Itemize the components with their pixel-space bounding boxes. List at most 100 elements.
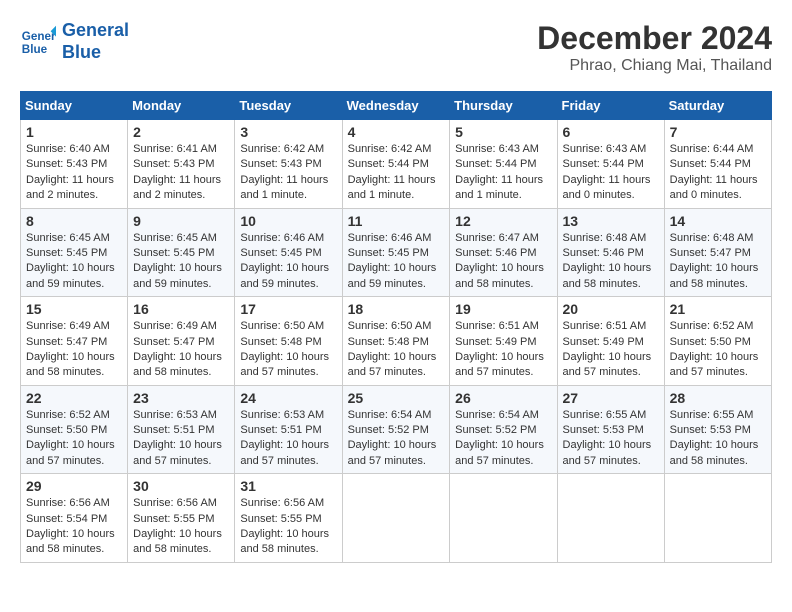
calendar-cell: [664, 474, 771, 563]
day-number: 28: [670, 390, 766, 406]
day-info: Sunrise: 6:51 AM Sunset: 5:49 PM Dayligh…: [563, 319, 659, 381]
calendar-week-row: 15 Sunrise: 6:49 AM Sunset: 5:47 PM Dayl…: [21, 297, 772, 386]
day-number: 4: [348, 124, 445, 140]
day-number: 20: [563, 301, 659, 317]
calendar-cell: 19 Sunrise: 6:51 AM Sunset: 5:49 PM Dayl…: [450, 297, 557, 386]
day-number: 10: [240, 213, 336, 229]
day-info: Sunrise: 6:50 AM Sunset: 5:48 PM Dayligh…: [348, 319, 445, 381]
day-info: Sunrise: 6:48 AM Sunset: 5:47 PM Dayligh…: [670, 231, 766, 293]
day-number: 18: [348, 301, 445, 317]
calendar-cell: 20 Sunrise: 6:51 AM Sunset: 5:49 PM Dayl…: [557, 297, 664, 386]
calendar-cell: 29 Sunrise: 6:56 AM Sunset: 5:54 PM Dayl…: [21, 474, 128, 563]
calendar-cell: 14 Sunrise: 6:48 AM Sunset: 5:47 PM Dayl…: [664, 208, 771, 297]
day-info: Sunrise: 6:56 AM Sunset: 5:55 PM Dayligh…: [240, 496, 336, 558]
day-number: 2: [133, 124, 229, 140]
calendar-table: SundayMondayTuesdayWednesdayThursdayFrid…: [20, 91, 772, 563]
day-number: 23: [133, 390, 229, 406]
day-number: 24: [240, 390, 336, 406]
day-info: Sunrise: 6:56 AM Sunset: 5:55 PM Dayligh…: [133, 496, 229, 558]
weekday-header: Monday: [128, 92, 235, 120]
day-info: Sunrise: 6:50 AM Sunset: 5:48 PM Dayligh…: [240, 319, 336, 381]
calendar-cell: 22 Sunrise: 6:52 AM Sunset: 5:50 PM Dayl…: [21, 385, 128, 474]
day-info: Sunrise: 6:54 AM Sunset: 5:52 PM Dayligh…: [348, 408, 445, 470]
calendar-cell: 18 Sunrise: 6:50 AM Sunset: 5:48 PM Dayl…: [342, 297, 450, 386]
calendar-cell: 16 Sunrise: 6:49 AM Sunset: 5:47 PM Dayl…: [128, 297, 235, 386]
logo-icon: General Blue: [20, 24, 56, 60]
day-number: 26: [455, 390, 551, 406]
calendar-cell: 31 Sunrise: 6:56 AM Sunset: 5:55 PM Dayl…: [235, 474, 342, 563]
calendar-subtitle: Phrao, Chiang Mai, Thailand: [537, 57, 772, 75]
day-info: Sunrise: 6:56 AM Sunset: 5:54 PM Dayligh…: [26, 496, 122, 558]
day-info: Sunrise: 6:43 AM Sunset: 5:44 PM Dayligh…: [563, 142, 659, 204]
calendar-cell: 21 Sunrise: 6:52 AM Sunset: 5:50 PM Dayl…: [664, 297, 771, 386]
day-number: 30: [133, 478, 229, 494]
weekday-header: Wednesday: [342, 92, 450, 120]
calendar-cell: 23 Sunrise: 6:53 AM Sunset: 5:51 PM Dayl…: [128, 385, 235, 474]
day-number: 8: [26, 213, 122, 229]
weekday-header: Thursday: [450, 92, 557, 120]
title-block: December 2024 Phrao, Chiang Mai, Thailan…: [537, 20, 772, 75]
calendar-cell: [342, 474, 450, 563]
page-header: General Blue GeneralBlue December 2024 P…: [20, 20, 772, 75]
calendar-cell: 2 Sunrise: 6:41 AM Sunset: 5:43 PM Dayli…: [128, 120, 235, 209]
calendar-cell: 12 Sunrise: 6:47 AM Sunset: 5:46 PM Dayl…: [450, 208, 557, 297]
day-info: Sunrise: 6:44 AM Sunset: 5:44 PM Dayligh…: [670, 142, 766, 204]
day-number: 25: [348, 390, 445, 406]
weekday-header: Tuesday: [235, 92, 342, 120]
day-number: 6: [563, 124, 659, 140]
calendar-cell: 26 Sunrise: 6:54 AM Sunset: 5:52 PM Dayl…: [450, 385, 557, 474]
day-number: 5: [455, 124, 551, 140]
day-info: Sunrise: 6:42 AM Sunset: 5:44 PM Dayligh…: [348, 142, 445, 204]
weekday-header: Friday: [557, 92, 664, 120]
calendar-cell: 1 Sunrise: 6:40 AM Sunset: 5:43 PM Dayli…: [21, 120, 128, 209]
calendar-cell: 25 Sunrise: 6:54 AM Sunset: 5:52 PM Dayl…: [342, 385, 450, 474]
day-info: Sunrise: 6:54 AM Sunset: 5:52 PM Dayligh…: [455, 408, 551, 470]
calendar-cell: 17 Sunrise: 6:50 AM Sunset: 5:48 PM Dayl…: [235, 297, 342, 386]
calendar-cell: 4 Sunrise: 6:42 AM Sunset: 5:44 PM Dayli…: [342, 120, 450, 209]
calendar-cell: 7 Sunrise: 6:44 AM Sunset: 5:44 PM Dayli…: [664, 120, 771, 209]
day-number: 14: [670, 213, 766, 229]
day-number: 13: [563, 213, 659, 229]
day-info: Sunrise: 6:52 AM Sunset: 5:50 PM Dayligh…: [670, 319, 766, 381]
day-info: Sunrise: 6:46 AM Sunset: 5:45 PM Dayligh…: [240, 231, 336, 293]
calendar-week-row: 29 Sunrise: 6:56 AM Sunset: 5:54 PM Dayl…: [21, 474, 772, 563]
day-info: Sunrise: 6:52 AM Sunset: 5:50 PM Dayligh…: [26, 408, 122, 470]
day-info: Sunrise: 6:47 AM Sunset: 5:46 PM Dayligh…: [455, 231, 551, 293]
calendar-cell: 30 Sunrise: 6:56 AM Sunset: 5:55 PM Dayl…: [128, 474, 235, 563]
day-info: Sunrise: 6:49 AM Sunset: 5:47 PM Dayligh…: [133, 319, 229, 381]
day-number: 9: [133, 213, 229, 229]
day-number: 21: [670, 301, 766, 317]
calendar-cell: 15 Sunrise: 6:49 AM Sunset: 5:47 PM Dayl…: [21, 297, 128, 386]
day-info: Sunrise: 6:55 AM Sunset: 5:53 PM Dayligh…: [563, 408, 659, 470]
day-number: 22: [26, 390, 122, 406]
day-info: Sunrise: 6:53 AM Sunset: 5:51 PM Dayligh…: [133, 408, 229, 470]
day-number: 31: [240, 478, 336, 494]
calendar-cell: 3 Sunrise: 6:42 AM Sunset: 5:43 PM Dayli…: [235, 120, 342, 209]
weekday-header: Sunday: [21, 92, 128, 120]
day-number: 12: [455, 213, 551, 229]
calendar-cell: 24 Sunrise: 6:53 AM Sunset: 5:51 PM Dayl…: [235, 385, 342, 474]
calendar-cell: 28 Sunrise: 6:55 AM Sunset: 5:53 PM Dayl…: [664, 385, 771, 474]
day-number: 29: [26, 478, 122, 494]
calendar-cell: [557, 474, 664, 563]
calendar-cell: 10 Sunrise: 6:46 AM Sunset: 5:45 PM Dayl…: [235, 208, 342, 297]
calendar-cell: 11 Sunrise: 6:46 AM Sunset: 5:45 PM Dayl…: [342, 208, 450, 297]
svg-text:Blue: Blue: [22, 42, 48, 55]
logo: General Blue GeneralBlue: [20, 20, 129, 63]
calendar-week-row: 22 Sunrise: 6:52 AM Sunset: 5:50 PM Dayl…: [21, 385, 772, 474]
day-number: 27: [563, 390, 659, 406]
day-number: 3: [240, 124, 336, 140]
day-info: Sunrise: 6:51 AM Sunset: 5:49 PM Dayligh…: [455, 319, 551, 381]
logo-text: GeneralBlue: [62, 20, 129, 63]
day-number: 17: [240, 301, 336, 317]
day-number: 19: [455, 301, 551, 317]
calendar-title: December 2024: [537, 20, 772, 57]
svg-text:General: General: [22, 30, 56, 43]
calendar-cell: 9 Sunrise: 6:45 AM Sunset: 5:45 PM Dayli…: [128, 208, 235, 297]
weekday-header-row: SundayMondayTuesdayWednesdayThursdayFrid…: [21, 92, 772, 120]
day-info: Sunrise: 6:48 AM Sunset: 5:46 PM Dayligh…: [563, 231, 659, 293]
day-number: 1: [26, 124, 122, 140]
day-number: 7: [670, 124, 766, 140]
calendar-cell: 27 Sunrise: 6:55 AM Sunset: 5:53 PM Dayl…: [557, 385, 664, 474]
day-info: Sunrise: 6:43 AM Sunset: 5:44 PM Dayligh…: [455, 142, 551, 204]
